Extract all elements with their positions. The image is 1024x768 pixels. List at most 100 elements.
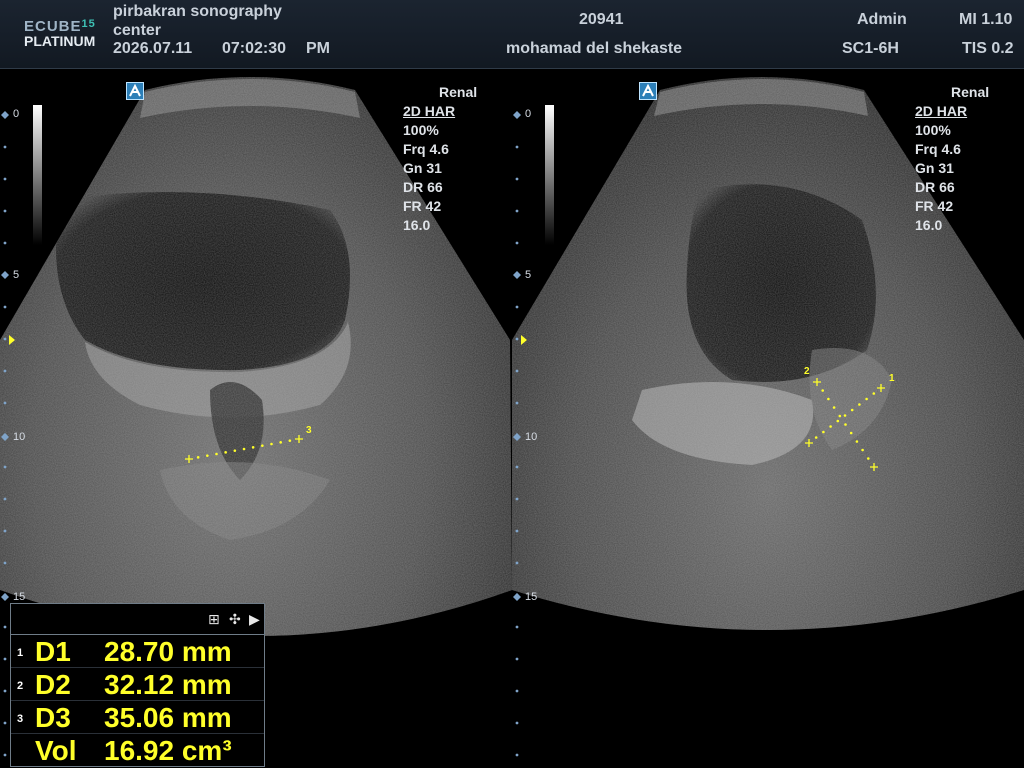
- depth-value: 16.0: [403, 217, 431, 233]
- power-value: 100%: [403, 122, 439, 138]
- move-icon[interactable]: ✣: [229, 611, 241, 627]
- depth-major-tick: [1, 271, 9, 279]
- exam-date: 2026.07.11: [113, 40, 193, 57]
- probe-orientation-icon[interactable]: [126, 82, 144, 100]
- depth-tick: [3, 721, 7, 725]
- depth-tick: [515, 529, 519, 533]
- caliper-label-2: 2: [804, 366, 810, 377]
- institution-name-line2: center: [113, 22, 162, 39]
- ecube-logo: ECUBE15 PLATINUM: [24, 18, 96, 49]
- caliper-dot: [233, 449, 237, 452]
- caliper-dot: [838, 414, 842, 418]
- caliper-dot: [822, 430, 825, 434]
- measurement-value: 35.06 mm: [104, 702, 232, 733]
- depth-major-tick: [513, 433, 521, 441]
- exam-time: 07:02:30: [222, 40, 287, 57]
- thermal-index: TIS 0.2: [962, 40, 1014, 57]
- caliper-dot: [206, 454, 209, 457]
- depth-tick: [515, 753, 519, 757]
- caliper-dot: [827, 397, 830, 401]
- caliper-dot: [844, 423, 847, 426]
- exam-ampm: PM: [306, 40, 330, 57]
- focus-marker-right[interactable]: [521, 335, 527, 345]
- depth-tick: [515, 145, 519, 149]
- depth-label-10: 10: [525, 431, 538, 443]
- measurement-name: Vol: [35, 735, 77, 766]
- caliper-dot: [850, 408, 854, 412]
- caliper-dot: [196, 456, 200, 459]
- measurement-index: 1: [17, 647, 24, 659]
- caliper-dot: [288, 439, 292, 442]
- caliper-dot: [251, 446, 255, 449]
- caliper-dot: [867, 457, 870, 460]
- patient-name[interactable]: mohamad del shekaste: [506, 40, 682, 58]
- dynamic-range-value: DR 66: [915, 179, 955, 195]
- measurement-value: 28.70 mm: [104, 636, 232, 667]
- depth-major-tick: [513, 593, 521, 601]
- ultrasound-image-right[interactable]: 0 5 10 15 Renal 2D HAR 100% Frq 4.6 Gn 3…: [512, 70, 1024, 768]
- depth-tick: [515, 625, 519, 629]
- mechanical-index: MI 1.10: [959, 11, 1013, 28]
- depth-tick: [3, 337, 7, 341]
- depth-scale-right: [513, 105, 554, 757]
- caliper-dot: [855, 440, 859, 443]
- caliper-dot: [242, 447, 246, 451]
- patient-id[interactable]: 20941: [579, 11, 624, 29]
- measurement-name: D2: [35, 669, 71, 700]
- preset-label: Renal: [439, 84, 478, 100]
- caliper-dot: [832, 406, 836, 409]
- grid-icon[interactable]: ⊞: [208, 611, 220, 627]
- depth-label-5: 5: [13, 269, 20, 281]
- power-value: 100%: [915, 122, 951, 138]
- depth-major-tick: [1, 433, 9, 441]
- measurement-value: 16.92 cm³: [104, 735, 232, 766]
- measurement-row-volume[interactable]: Vol 16.92 cm³: [11, 734, 264, 766]
- depth-major-tick: [513, 271, 521, 279]
- probe-name[interactable]: SC1-6H: [842, 40, 899, 58]
- logo-version: 15: [81, 18, 96, 30]
- mode-label: 2D HAR: [403, 103, 456, 119]
- depth-tick: [3, 657, 7, 661]
- depth-tick: [3, 497, 7, 501]
- measurement-row-d2[interactable]: 2 D2 32.12 mm: [11, 668, 264, 701]
- depth-tick: [515, 465, 519, 469]
- frame-rate-value: FR 42: [403, 198, 442, 214]
- depth-label-0: 0: [525, 108, 532, 120]
- depth-tick: [515, 689, 519, 693]
- depth-tick: [3, 561, 7, 565]
- grayscale-bar: [545, 105, 554, 245]
- dynamic-range-value: DR 66: [403, 179, 443, 195]
- depth-tick: [3, 625, 7, 629]
- probe-orientation-icon[interactable]: [639, 82, 657, 100]
- measurement-row-d3[interactable]: 3 D3 35.06 mm: [11, 701, 264, 734]
- measurement-index: 2: [17, 680, 24, 692]
- depth-label-10: 10: [13, 431, 26, 443]
- play-arrow-icon[interactable]: ▶: [249, 611, 260, 627]
- depth-tick: [515, 337, 519, 341]
- caliper-label-3: 3: [306, 425, 312, 436]
- measurement-row-d1[interactable]: 1 D1 28.70 mm: [11, 635, 264, 668]
- caliper-dot: [821, 389, 824, 392]
- gain-value: Gn 31: [915, 160, 954, 176]
- depth-tick: [3, 241, 7, 245]
- caliper-label-1: 1: [889, 373, 895, 384]
- depth-tick: [515, 721, 519, 725]
- grayscale-bar: [33, 105, 42, 245]
- depth-tick: [3, 529, 7, 533]
- logo-subtext: PLATINUM: [24, 33, 96, 49]
- depth-tick: [3, 145, 7, 149]
- caliper-dot: [814, 436, 818, 439]
- depth-tick: [515, 657, 519, 661]
- measurement-value: 32.12 mm: [104, 669, 232, 700]
- caliper-dot: [849, 431, 853, 435]
- measurement-results-panel: ⊞ ✣ ▶ 1 D1 28.70 mm 2 D2 32.12 mm 3 D3 3…: [10, 603, 265, 767]
- caliper-dot: [270, 442, 273, 446]
- caliper-dot: [872, 392, 876, 395]
- depth-major-tick: [1, 593, 9, 601]
- depth-tick: [3, 209, 7, 213]
- caliper-dot: [261, 444, 264, 447]
- measurement-name: D1: [35, 636, 71, 667]
- depth-label-15: 15: [525, 591, 538, 603]
- institution-name: pirbakran sonography: [113, 3, 282, 20]
- focus-marker-left[interactable]: [9, 335, 15, 345]
